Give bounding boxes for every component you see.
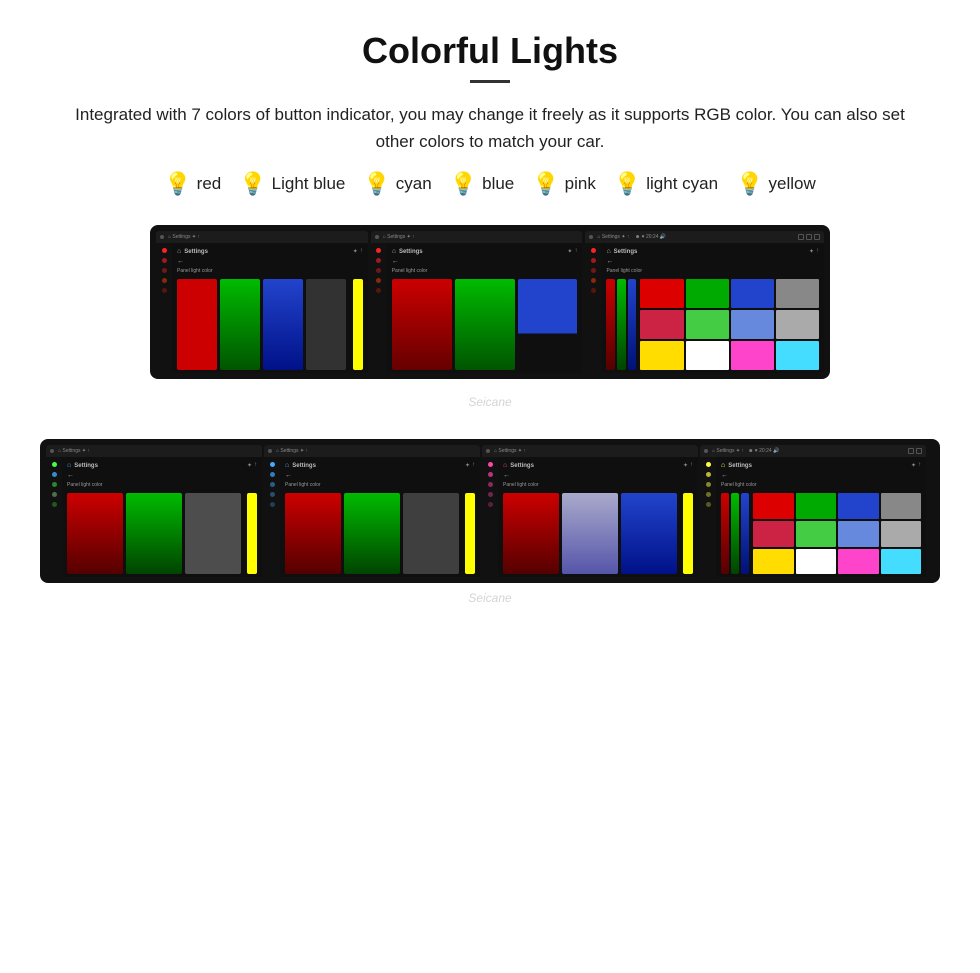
- top-screen-3: ⌂ Settings ✦ ↑ ☻ ♥ 20:24 🔊: [585, 231, 824, 373]
- screen1-settings-label: Settings: [184, 249, 208, 255]
- legend-cyan-label: cyan: [396, 174, 432, 194]
- screen2-settings-label: Settings: [399, 249, 423, 255]
- legend-light-cyan-label: light cyan: [646, 174, 718, 194]
- watermark-bottom: Seicane: [40, 591, 940, 605]
- top-screens-container: ⌂ Settings ✦ ↑ ⌂ Settings ✦↑: [150, 225, 830, 379]
- legend-yellow-label: yellow: [768, 174, 815, 194]
- top-screen-2: ⌂ Settings ✦ ↑ ⌂ Settings ✦↑: [371, 231, 583, 373]
- legend-blue-label: blue: [482, 174, 514, 194]
- page-title: Colorful Lights: [40, 30, 940, 72]
- legend-cyan: 💡 cyan: [363, 173, 431, 195]
- bottom-screen-4: ⌂ Settings ✦ ↑ ☻ ♥ 20:24 🔊: [700, 445, 926, 577]
- title-divider: [470, 80, 510, 83]
- screen3-panel-label: Panel light color: [606, 268, 819, 274]
- color-legend: 💡 red 💡 Light blue 💡 cyan 💡 blue 💡 pink …: [40, 173, 940, 195]
- bottom-screen-3: ⌂ Settings ✦ ↑ ⌂ Settings ✦↑: [482, 445, 698, 577]
- description-text: Integrated with 7 colors of button indic…: [40, 101, 940, 155]
- bottom-screens-container: ⌂ Settings ✦ ↑ ⌂ Settings ✦↑: [40, 439, 940, 583]
- blue-bulb-icon: 💡: [450, 173, 477, 195]
- red-bulb-icon: 💡: [164, 173, 191, 195]
- legend-yellow: 💡 yellow: [736, 173, 816, 195]
- cyan-bulb-icon: 💡: [363, 173, 390, 195]
- legend-light-cyan: 💡 light cyan: [614, 173, 718, 195]
- legend-pink: 💡 pink: [532, 173, 596, 195]
- legend-pink-label: pink: [565, 174, 596, 194]
- top-screen-1: ⌂ Settings ✦ ↑ ⌂ Settings ✦↑: [156, 231, 368, 373]
- screen3-settings-label: Settings: [614, 249, 638, 255]
- watermark-top: Seicane: [40, 395, 940, 409]
- pink-bulb-icon: 💡: [532, 173, 559, 195]
- light-blue-bulb-icon: 💡: [239, 173, 266, 195]
- legend-blue: 💡 blue: [450, 173, 515, 195]
- legend-red: 💡 red: [164, 173, 221, 195]
- screen1-panel-label: Panel light color: [177, 268, 363, 274]
- legend-red-label: red: [197, 174, 222, 194]
- bottom-screen-2: ⌂ Settings ✦ ↑ ⌂ Settings ✦↑: [264, 445, 480, 577]
- legend-light-blue: 💡 Light blue: [239, 173, 345, 195]
- light-cyan-bulb-icon: 💡: [614, 173, 641, 195]
- yellow-bulb-icon: 💡: [736, 173, 763, 195]
- legend-light-blue-label: Light blue: [272, 174, 346, 194]
- bottom-screen-1: ⌂ Settings ✦ ↑ ⌂ Settings ✦↑: [46, 445, 262, 577]
- screen2-panel-label: Panel light color: [392, 268, 578, 274]
